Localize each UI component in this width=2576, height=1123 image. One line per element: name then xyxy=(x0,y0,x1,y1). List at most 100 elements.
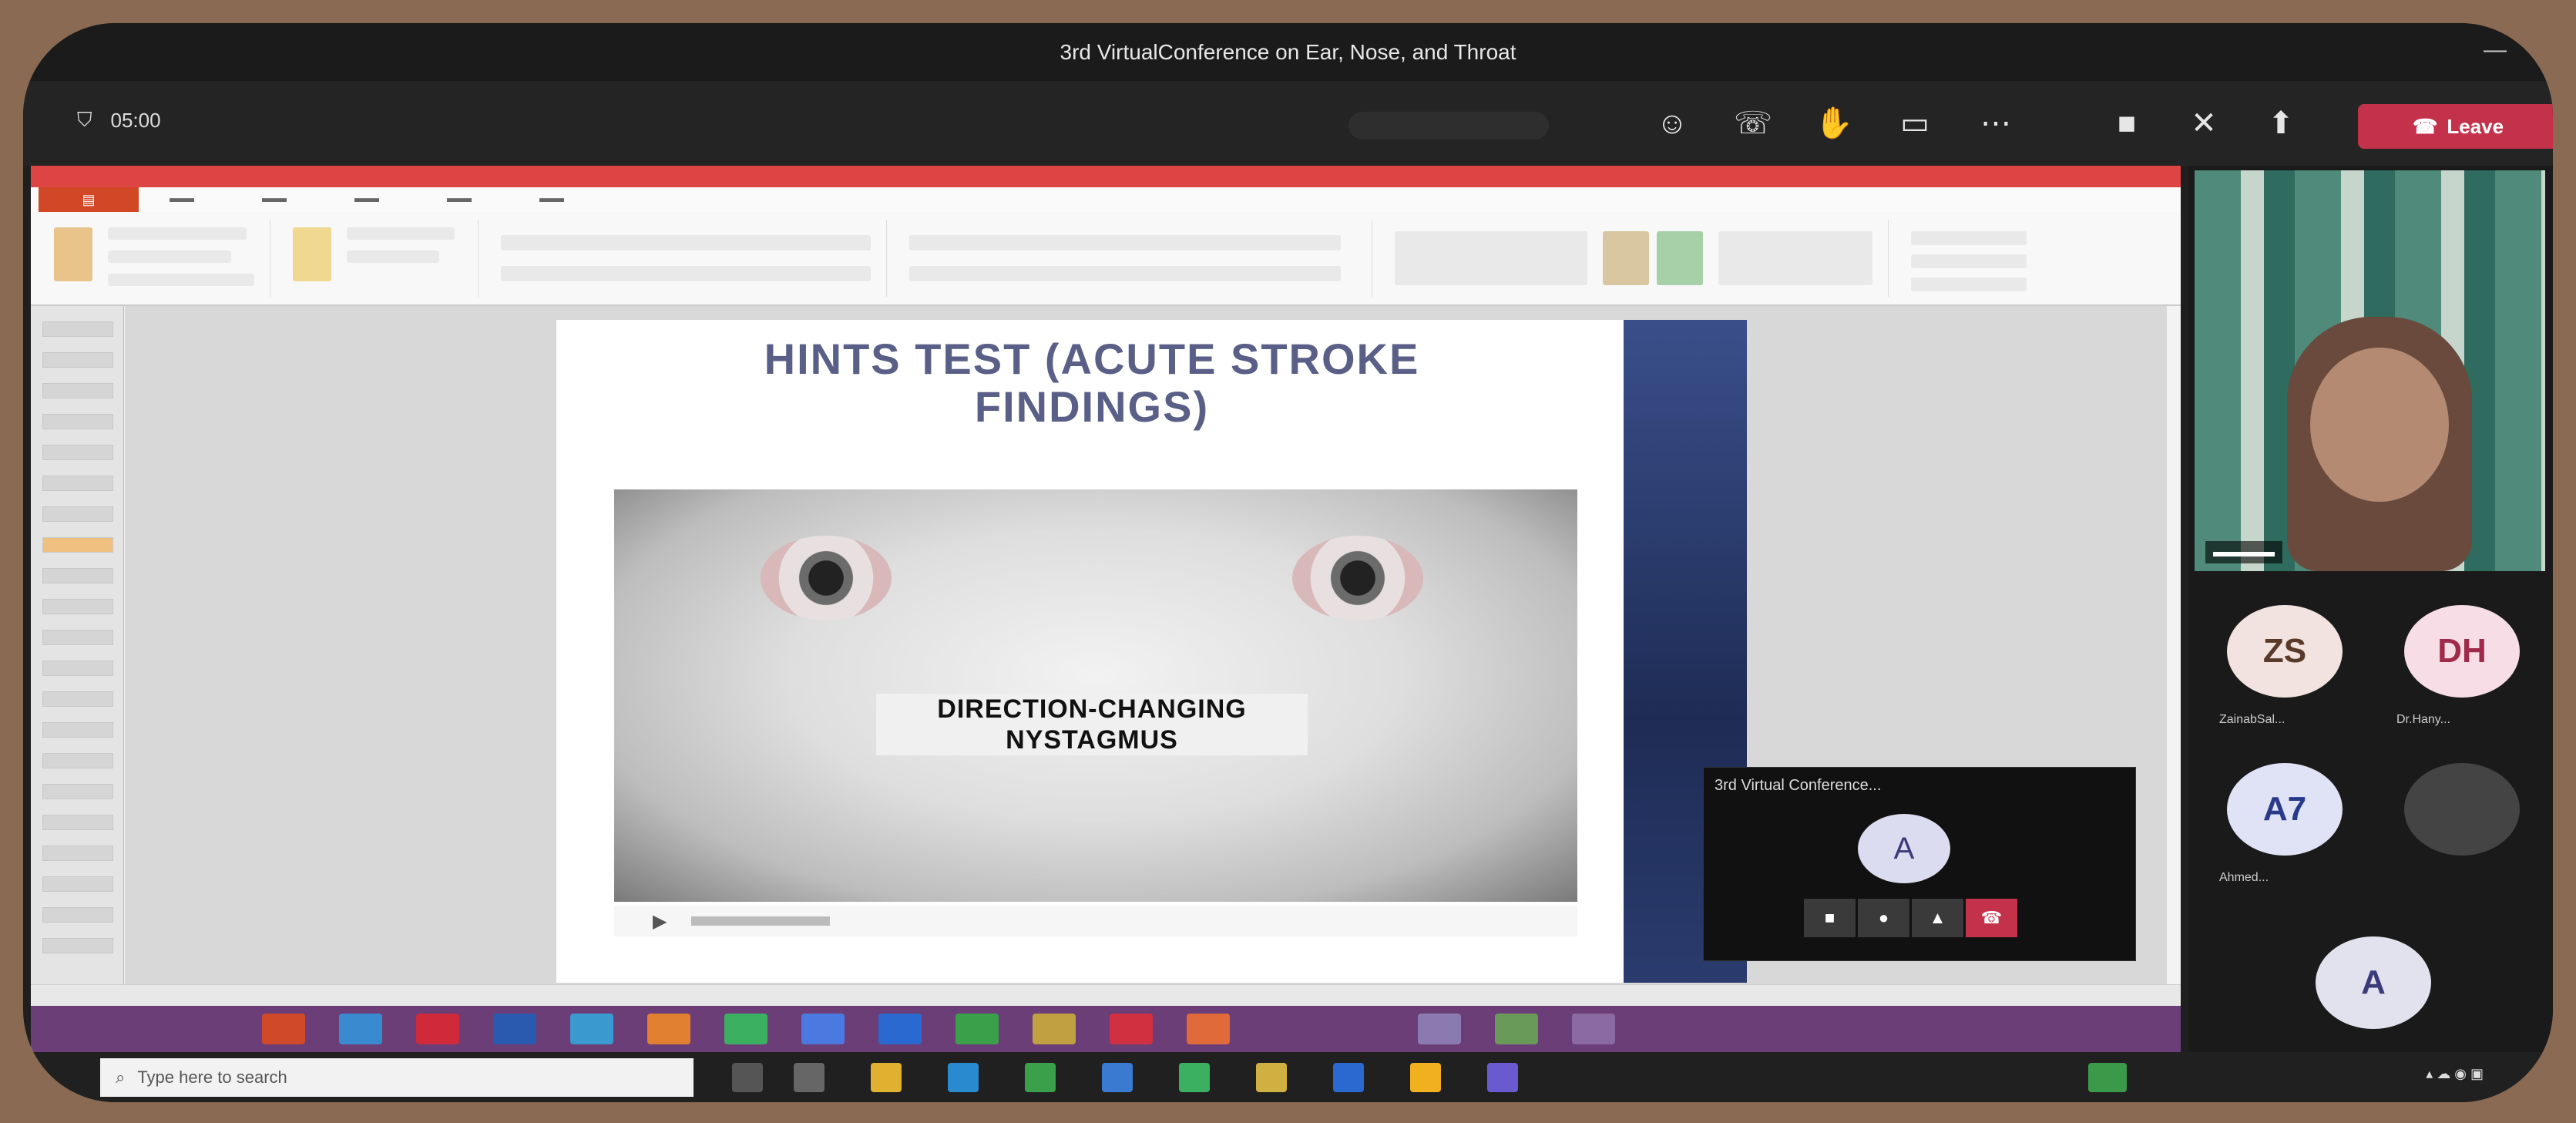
mini-microphone-icon[interactable]: ● xyxy=(1858,899,1909,937)
slide-thumbnail[interactable] xyxy=(42,476,113,491)
mini-hangup-icon[interactable]: ☎ xyxy=(1966,899,2017,937)
app-icon[interactable] xyxy=(801,1014,845,1044)
font-controls[interactable] xyxy=(501,235,871,250)
app-icon[interactable] xyxy=(1572,1014,1615,1044)
find-button[interactable] xyxy=(1911,231,2027,245)
app-icon[interactable] xyxy=(794,1063,825,1092)
app-icon[interactable] xyxy=(1179,1063,1210,1092)
participant-tile[interactable]: A7 Ahmed... xyxy=(2196,755,2366,894)
slide-thumbnail[interactable] xyxy=(42,352,113,368)
share-icon[interactable]: ⬆ xyxy=(2258,103,2304,144)
tray-icons[interactable]: ▴ ☁ ◉ ▣ xyxy=(2426,1066,2484,1081)
microphone-icon[interactable]: ✕ xyxy=(2181,103,2227,144)
slide-thumbnail[interactable] xyxy=(42,630,113,645)
app-icon[interactable] xyxy=(647,1014,690,1044)
slide-thumbnail[interactable] xyxy=(42,383,113,398)
app-icon[interactable] xyxy=(1333,1063,1364,1092)
font-style-controls[interactable] xyxy=(501,266,871,281)
slide-thumbnail[interactable] xyxy=(42,907,113,923)
select-button[interactable] xyxy=(1911,277,2027,291)
new-slide-icon[interactable] xyxy=(293,227,331,281)
play-icon[interactable]: ▶ xyxy=(653,910,667,933)
slide-thumbnail[interactable] xyxy=(42,599,113,614)
embedded-video[interactable]: DIRECTION-CHANGING NYSTAGMUS xyxy=(614,489,1577,902)
mini-camera-icon[interactable]: ■ xyxy=(1804,899,1856,937)
app-icon[interactable] xyxy=(724,1014,767,1044)
ppt-tab[interactable]: ▬▬ xyxy=(170,192,194,206)
app-icon[interactable] xyxy=(1410,1063,1441,1092)
slide-thumbnail[interactable] xyxy=(42,722,113,738)
mini-share-icon[interactable]: ▲ xyxy=(1912,899,1963,937)
powerpoint-icon[interactable] xyxy=(1110,1014,1153,1044)
shape-format-buttons[interactable] xyxy=(1718,231,1872,285)
ppt-tab[interactable]: ▬▬ xyxy=(354,192,379,206)
search-box[interactable]: ⌕ Type here to search xyxy=(100,1058,694,1097)
app-icon[interactable] xyxy=(1025,1063,1056,1092)
people-icon[interactable]: ☺ xyxy=(1649,103,1695,144)
ppt-tab[interactable]: ▬▬ xyxy=(539,192,564,206)
app-icon[interactable] xyxy=(1033,1014,1076,1044)
chat-icon[interactable]: ☏ xyxy=(1730,103,1776,144)
participant-tile[interactable] xyxy=(2373,755,2543,894)
ppt-tab[interactable]: ▬▬ xyxy=(447,192,472,206)
slide-thumbnail[interactable] xyxy=(42,445,113,460)
teams-icon[interactable] xyxy=(1487,1063,1518,1092)
slide-thumbnail[interactable] xyxy=(42,661,113,676)
app-icon[interactable] xyxy=(416,1014,459,1044)
camera-icon[interactable]: ■ xyxy=(2104,103,2150,144)
slide-thumbnail[interactable] xyxy=(42,568,113,583)
paragraph-controls[interactable] xyxy=(909,235,1341,250)
edge-icon[interactable] xyxy=(948,1063,979,1092)
layout-button[interactable] xyxy=(347,227,455,240)
slide-thumbnail[interactable] xyxy=(42,876,113,892)
paste-icon[interactable] xyxy=(54,227,92,281)
current-slide[interactable]: HINTS TEST (ACUTE STROKE FINDINGS) DIREC… xyxy=(556,320,1627,983)
app-icon[interactable] xyxy=(1418,1014,1461,1044)
ppt-tab[interactable]: ▬▬ xyxy=(262,192,287,206)
alignment-controls[interactable] xyxy=(909,266,1341,281)
shapes-gallery[interactable] xyxy=(1395,231,1587,285)
slide-thumbnail[interactable] xyxy=(42,691,113,707)
ppt-file-tab[interactable]: ▤ xyxy=(39,187,139,212)
task-view-icon[interactable] xyxy=(732,1063,763,1092)
meeting-mini-window[interactable]: 3rd Virtual Conference... A ■ ● ▲ ☎ xyxy=(1703,767,2136,961)
app-icon[interactable] xyxy=(262,1014,305,1044)
slide-thumbnail[interactable] xyxy=(42,784,113,799)
browser-icon[interactable] xyxy=(339,1014,382,1044)
tray-app-icon[interactable] xyxy=(2088,1063,2127,1092)
slide-thumbnail[interactable] xyxy=(42,753,113,768)
app-icon[interactable] xyxy=(570,1014,613,1044)
app-icon[interactable] xyxy=(1187,1014,1230,1044)
slide-thumbnail[interactable] xyxy=(42,321,113,337)
quick-styles-icon[interactable] xyxy=(1657,231,1703,285)
format-painter-button[interactable] xyxy=(108,274,254,286)
slide-thumbnail-selected[interactable] xyxy=(42,537,113,553)
leave-button[interactable]: ☎ Leave xyxy=(2358,104,2553,149)
minimize-icon[interactable]: — xyxy=(2484,37,2507,63)
video-progress-bar[interactable] xyxy=(691,916,830,926)
more-icon[interactable]: ⋯ xyxy=(1973,103,2019,144)
app-icon[interactable] xyxy=(956,1014,999,1044)
view-icon[interactable]: ▭ xyxy=(1892,103,1938,144)
participant-tile[interactable]: A xyxy=(2285,929,2454,1068)
raise-hand-icon[interactable]: ✋ xyxy=(1811,103,1857,144)
arrange-icon[interactable] xyxy=(1603,231,1649,285)
cut-button[interactable] xyxy=(108,227,247,240)
slide-thumbnail[interactable] xyxy=(42,938,113,953)
app-icon[interactable] xyxy=(1256,1063,1287,1092)
replace-button[interactable] xyxy=(1911,254,2027,268)
word-icon[interactable] xyxy=(493,1014,536,1044)
participant-tile[interactable]: DH Dr.Hany... xyxy=(2373,597,2543,736)
slide-thumbnail-panel[interactable] xyxy=(31,306,124,984)
app-icon[interactable] xyxy=(1102,1063,1133,1092)
app-icon[interactable] xyxy=(878,1014,922,1044)
reset-button[interactable] xyxy=(347,250,439,263)
speaker-video-tile[interactable]: ▬▬▬▬ xyxy=(2195,170,2545,571)
slide-thumbnail[interactable] xyxy=(42,414,113,429)
slide-thumbnail[interactable] xyxy=(42,815,113,830)
participant-tile[interactable]: ZS ZainabSal... xyxy=(2196,597,2366,736)
file-explorer-icon[interactable] xyxy=(871,1063,902,1092)
app-icon[interactable] xyxy=(1495,1014,1538,1044)
copy-button[interactable] xyxy=(108,250,231,263)
slide-thumbnail[interactable] xyxy=(42,846,113,861)
